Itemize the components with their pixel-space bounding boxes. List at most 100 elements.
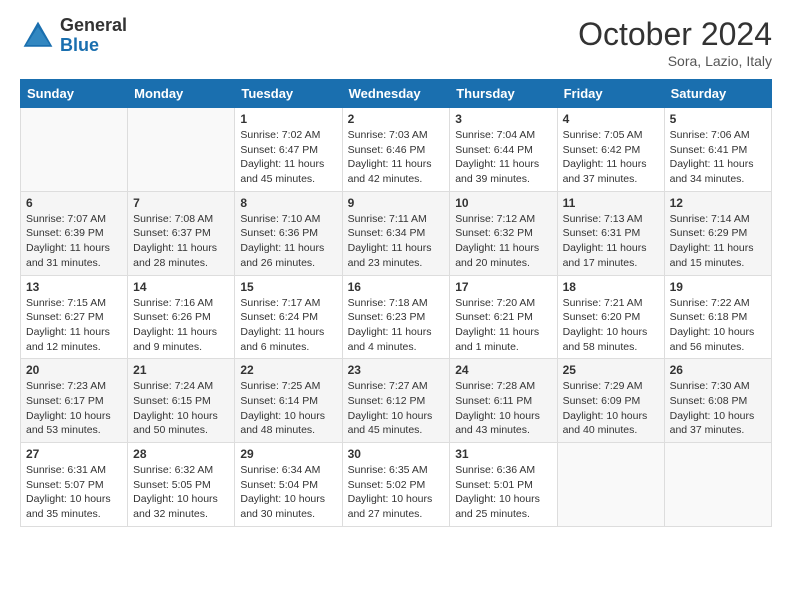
day-info: Sunrise: 7:30 AM Sunset: 6:08 PM Dayligh…: [670, 379, 766, 438]
table-row: 13 Sunrise: 7:15 AM Sunset: 6:27 PM Dayli…: [21, 275, 128, 359]
col-friday: Friday: [557, 80, 664, 108]
calendar-table: Sunday Monday Tuesday Wednesday Thursday…: [20, 79, 772, 527]
day-info: Sunrise: 7:11 AM Sunset: 6:34 PM Dayligh…: [348, 212, 445, 271]
col-monday: Monday: [128, 80, 235, 108]
table-row: 18 Sunrise: 7:21 AM Sunset: 6:20 PM Dayli…: [557, 275, 664, 359]
col-saturday: Saturday: [664, 80, 771, 108]
logo-blue-text: Blue: [60, 36, 127, 56]
weekday-header-row: Sunday Monday Tuesday Wednesday Thursday…: [21, 80, 772, 108]
day-number: 22: [240, 363, 336, 377]
table-row: 3 Sunrise: 7:04 AM Sunset: 6:44 PM Daylig…: [450, 108, 557, 192]
logo-text: General Blue: [60, 16, 127, 56]
week-row-3: 13 Sunrise: 7:15 AM Sunset: 6:27 PM Dayli…: [21, 275, 772, 359]
day-info: Sunrise: 7:23 AM Sunset: 6:17 PM Dayligh…: [26, 379, 122, 438]
table-row: 7 Sunrise: 7:08 AM Sunset: 6:37 PM Daylig…: [128, 191, 235, 275]
table-row: 17 Sunrise: 7:20 AM Sunset: 6:21 PM Dayli…: [450, 275, 557, 359]
day-info: Sunrise: 7:08 AM Sunset: 6:37 PM Dayligh…: [133, 212, 229, 271]
day-number: 8: [240, 196, 336, 210]
table-row: 5 Sunrise: 7:06 AM Sunset: 6:41 PM Daylig…: [664, 108, 771, 192]
table-row: 30Sunrise: 6:35 AM Sunset: 5:02 PM Dayli…: [342, 443, 450, 527]
day-number: 18: [563, 280, 659, 294]
table-row: 21Sunrise: 7:24 AM Sunset: 6:15 PM Dayli…: [128, 359, 235, 443]
day-info: Sunrise: 7:16 AM Sunset: 6:26 PM Dayligh…: [133, 296, 229, 355]
day-number: 12: [670, 196, 766, 210]
table-row: 19Sunrise: 7:22 AM Sunset: 6:18 PM Dayli…: [664, 275, 771, 359]
table-row: 20 Sunrise: 7:23 AM Sunset: 6:17 PM Dayli…: [21, 359, 128, 443]
table-row: [664, 443, 771, 527]
month-title: October 2024: [578, 16, 772, 53]
day-info: Sunrise: 6:36 AM Sunset: 5:01 PM Dayligh…: [455, 463, 551, 522]
day-info: Sunrise: 7:25 AM Sunset: 6:14 PM Dayligh…: [240, 379, 336, 438]
day-info: Sunrise: 7:18 AM Sunset: 6:23 PM Dayligh…: [348, 296, 445, 355]
day-number: 2: [348, 112, 445, 126]
day-number: 14: [133, 280, 229, 294]
day-number: 6: [26, 196, 122, 210]
day-number: 31: [455, 447, 551, 461]
day-info: Sunrise: 7:10 AM Sunset: 6:36 PM Dayligh…: [240, 212, 336, 271]
table-row: 11 Sunrise: 7:13 AM Sunset: 6:31 PM Dayli…: [557, 191, 664, 275]
day-number: 28: [133, 447, 229, 461]
table-row: 12 Sunrise: 7:14 AM Sunset: 6:29 PM Dayli…: [664, 191, 771, 275]
logo: General Blue: [20, 16, 127, 56]
day-info: Sunrise: 6:34 AM Sunset: 5:04 PM Dayligh…: [240, 463, 336, 522]
col-thursday: Thursday: [450, 80, 557, 108]
day-info: Sunrise: 6:31 AM Sunset: 5:07 PM Dayligh…: [26, 463, 122, 522]
table-row: 27Sunrise: 6:31 AM Sunset: 5:07 PM Dayli…: [21, 443, 128, 527]
header: General Blue October 2024 Sora, Lazio, I…: [20, 16, 772, 69]
day-info: Sunrise: 7:15 AM Sunset: 6:27 PM Dayligh…: [26, 296, 122, 355]
day-info: Sunrise: 7:07 AM Sunset: 6:39 PM Dayligh…: [26, 212, 122, 271]
day-info: Sunrise: 7:29 AM Sunset: 6:09 PM Dayligh…: [563, 379, 659, 438]
table-row: [128, 108, 235, 192]
day-info: Sunrise: 7:17 AM Sunset: 6:24 PM Dayligh…: [240, 296, 336, 355]
day-number: 4: [563, 112, 659, 126]
table-row: 10 Sunrise: 7:12 AM Sunset: 6:32 PM Dayli…: [450, 191, 557, 275]
table-row: 26Sunrise: 7:30 AM Sunset: 6:08 PM Dayli…: [664, 359, 771, 443]
day-info: Sunrise: 7:13 AM Sunset: 6:31 PM Dayligh…: [563, 212, 659, 271]
day-number: 24: [455, 363, 551, 377]
table-row: 23Sunrise: 7:27 AM Sunset: 6:12 PM Dayli…: [342, 359, 450, 443]
day-number: 3: [455, 112, 551, 126]
table-row: 31 Sunrise: 6:36 AM Sunset: 5:01 PM Dayli…: [450, 443, 557, 527]
day-info: Sunrise: 7:20 AM Sunset: 6:21 PM Dayligh…: [455, 296, 551, 355]
day-info: Sunrise: 7:02 AM Sunset: 6:47 PM Dayligh…: [240, 128, 336, 187]
day-info: Sunrise: 6:35 AM Sunset: 5:02 PM Dayligh…: [348, 463, 445, 522]
table-row: 28Sunrise: 6:32 AM Sunset: 5:05 PM Dayli…: [128, 443, 235, 527]
table-row: [557, 443, 664, 527]
table-row: 16 Sunrise: 7:18 AM Sunset: 6:23 PM Dayli…: [342, 275, 450, 359]
day-number: 20: [26, 363, 122, 377]
day-number: 15: [240, 280, 336, 294]
day-info: Sunrise: 7:27 AM Sunset: 6:12 PM Dayligh…: [348, 379, 445, 438]
day-info: Sunrise: 7:21 AM Sunset: 6:20 PM Dayligh…: [563, 296, 659, 355]
day-number: 11: [563, 196, 659, 210]
page: General Blue October 2024 Sora, Lazio, I…: [0, 0, 792, 547]
table-row: 9Sunrise: 7:11 AM Sunset: 6:34 PM Daylig…: [342, 191, 450, 275]
title-area: October 2024 Sora, Lazio, Italy: [578, 16, 772, 69]
col-sunday: Sunday: [21, 80, 128, 108]
table-row: 6 Sunrise: 7:07 AM Sunset: 6:39 PM Daylig…: [21, 191, 128, 275]
day-info: Sunrise: 7:06 AM Sunset: 6:41 PM Dayligh…: [670, 128, 766, 187]
week-row-4: 20 Sunrise: 7:23 AM Sunset: 6:17 PM Dayli…: [21, 359, 772, 443]
day-number: 10: [455, 196, 551, 210]
day-info: Sunrise: 7:14 AM Sunset: 6:29 PM Dayligh…: [670, 212, 766, 271]
day-info: Sunrise: 7:12 AM Sunset: 6:32 PM Dayligh…: [455, 212, 551, 271]
day-info: Sunrise: 7:03 AM Sunset: 6:46 PM Dayligh…: [348, 128, 445, 187]
day-number: 5: [670, 112, 766, 126]
table-row: 1Sunrise: 7:02 AM Sunset: 6:47 PM Daylig…: [235, 108, 342, 192]
day-info: Sunrise: 7:28 AM Sunset: 6:11 PM Dayligh…: [455, 379, 551, 438]
day-info: Sunrise: 7:05 AM Sunset: 6:42 PM Dayligh…: [563, 128, 659, 187]
day-number: 7: [133, 196, 229, 210]
week-row-1: 1Sunrise: 7:02 AM Sunset: 6:47 PM Daylig…: [21, 108, 772, 192]
day-number: 29: [240, 447, 336, 461]
table-row: 8 Sunrise: 7:10 AM Sunset: 6:36 PM Daylig…: [235, 191, 342, 275]
day-number: 17: [455, 280, 551, 294]
table-row: 4 Sunrise: 7:05 AM Sunset: 6:42 PM Daylig…: [557, 108, 664, 192]
day-info: Sunrise: 7:24 AM Sunset: 6:15 PM Dayligh…: [133, 379, 229, 438]
day-number: 16: [348, 280, 445, 294]
location: Sora, Lazio, Italy: [578, 53, 772, 69]
table-row: 14 Sunrise: 7:16 AM Sunset: 6:26 PM Dayli…: [128, 275, 235, 359]
day-number: 25: [563, 363, 659, 377]
logo-icon: [20, 18, 56, 54]
day-info: Sunrise: 7:04 AM Sunset: 6:44 PM Dayligh…: [455, 128, 551, 187]
day-number: 19: [670, 280, 766, 294]
day-number: 13: [26, 280, 122, 294]
